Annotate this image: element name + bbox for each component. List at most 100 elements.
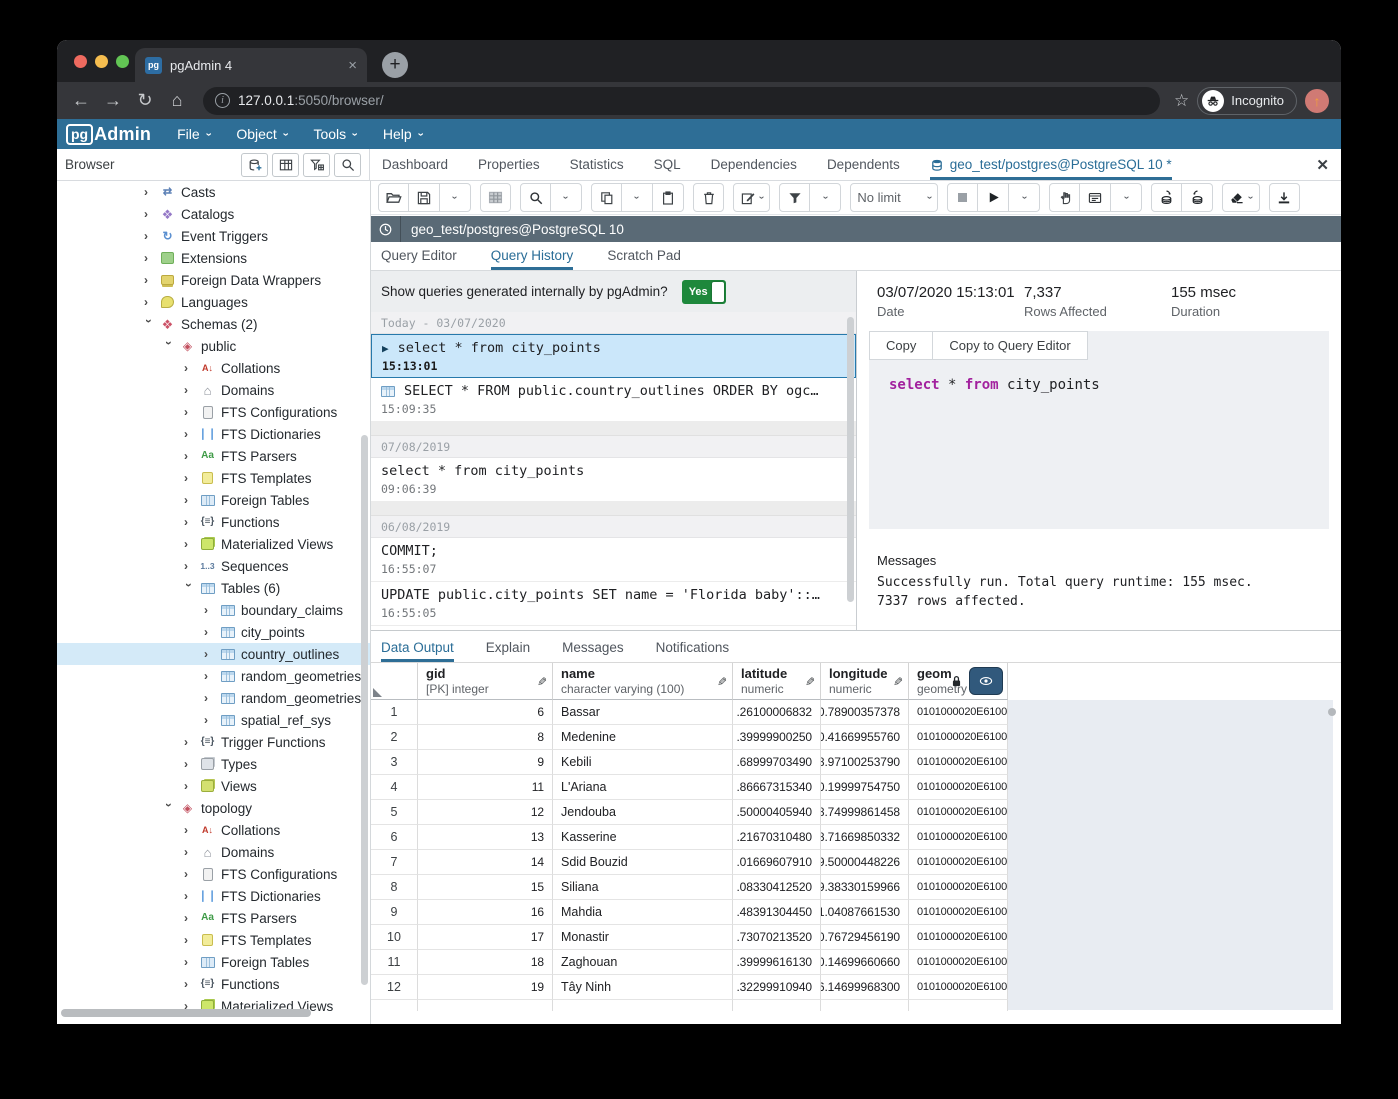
column-header-longitude[interactable]: longitudenumeric✎ xyxy=(821,663,909,700)
row-number[interactable]: 1 xyxy=(371,700,418,725)
edit-column-icon[interactable]: ✎ xyxy=(893,675,903,689)
cell-latitude[interactable]: .26100006832 xyxy=(733,700,821,725)
cell-name[interactable]: Jendouba xyxy=(553,800,733,825)
cell-name[interactable]: Medenine xyxy=(553,725,733,750)
cell-longitude[interactable]: 1.04087661530 xyxy=(821,900,909,925)
row-number[interactable]: 8 xyxy=(371,875,418,900)
view-geometry-eye-button[interactable] xyxy=(969,667,1003,695)
column-header-latitude[interactable]: latitudenumeric✎ xyxy=(733,663,821,700)
cell-latitude[interactable]: .08330412520 xyxy=(733,875,821,900)
copy-dropdown-button[interactable]: › xyxy=(622,183,653,212)
tree-item-views[interactable]: ›Views xyxy=(57,775,370,797)
tree-vertical-scrollbar[interactable] xyxy=(361,435,368,985)
cell-latitude[interactable]: .39999900250 xyxy=(733,725,821,750)
row-number[interactable]: 12 xyxy=(371,975,418,1000)
tree-item-fts-dictionaries[interactable]: ›❘❘FTS Dictionaries xyxy=(57,885,370,907)
tree-item-event-triggers[interactable]: ›↻Event Triggers xyxy=(57,225,370,247)
cell-gid[interactable]: 13 xyxy=(418,825,553,850)
chevron-right-icon[interactable]: › xyxy=(204,691,214,705)
cell-geom[interactable]: 0101000020E6100... xyxy=(909,950,1008,975)
cell-name[interactable]: Kasserine xyxy=(553,825,733,850)
cell-geom[interactable]: 0101000020E6100... xyxy=(909,775,1008,800)
chevron-right-icon[interactable]: › xyxy=(184,735,194,749)
cell-name[interactable]: Mahdia xyxy=(553,900,733,925)
history-item[interactable]: SELECT * FROM public.country_outlines OR… xyxy=(371,378,856,422)
cell-gid[interactable]: 11 xyxy=(418,775,553,800)
new-tab-button[interactable]: + xyxy=(382,52,408,78)
cell-longitude[interactable]: 0.78900357378 xyxy=(821,700,909,725)
tree-item-types[interactable]: ›Types xyxy=(57,753,370,775)
menu-file[interactable]: File› xyxy=(177,126,209,142)
menu-object[interactable]: Object› xyxy=(236,126,286,142)
copy-button-history[interactable]: Copy xyxy=(869,331,933,360)
tab-dependencies[interactable]: Dependencies xyxy=(711,157,797,172)
cell-name[interactable]: Kebili xyxy=(553,750,733,775)
tree-item-city-points[interactable]: ›city_points xyxy=(57,621,370,643)
tree-item-materialized-views[interactable]: ›Materialized Views xyxy=(57,533,370,555)
cell-latitude[interactable]: .21670310480 xyxy=(733,825,821,850)
clear-dropdown-button[interactable]: › xyxy=(1222,183,1259,212)
chevron-right-icon[interactable]: › xyxy=(184,823,194,837)
chevron-right-icon[interactable]: › xyxy=(184,977,194,991)
row-number[interactable]: 4 xyxy=(371,775,418,800)
chevron-right-icon[interactable]: › xyxy=(184,955,194,969)
explain-button[interactable] xyxy=(1049,183,1080,212)
tree-item-domains[interactable]: ›⌂Domains xyxy=(57,379,370,401)
row-number[interactable]: 6 xyxy=(371,825,418,850)
tree-item-random-geometries[interactable]: ›random_geometries xyxy=(57,687,370,709)
tree-item-domains[interactable]: ›⌂Domains xyxy=(57,841,370,863)
tree-item-random-geometries[interactable]: ›random_geometries xyxy=(57,665,370,687)
cell-longitude[interactable]: 8.71669850332 xyxy=(821,825,909,850)
cell-longitude[interactable]: 8.97100253790 xyxy=(821,750,909,775)
tree-item-fts-configurations[interactable]: ›FTS Configurations xyxy=(57,401,370,423)
explain-analyze-button[interactable] xyxy=(1080,183,1111,212)
tree-item-topology[interactable]: ›◈topology xyxy=(57,797,370,819)
row-number[interactable]: 2 xyxy=(371,725,418,750)
tab-notifications[interactable]: Notifications xyxy=(656,640,730,662)
tab-statistics[interactable]: Statistics xyxy=(570,157,624,172)
column-header-name[interactable]: namecharacter varying (100)✎ xyxy=(553,663,733,700)
filter-dropdown-button[interactable]: › xyxy=(810,183,841,212)
close-panel-icon[interactable]: ✕ xyxy=(1316,156,1329,174)
menu-help[interactable]: Help› xyxy=(383,126,421,142)
find-replace-button[interactable] xyxy=(480,183,511,212)
execute-query-button[interactable] xyxy=(978,183,1009,212)
tree-item-schemas-2[interactable]: ›❖Schemas (2) xyxy=(57,313,370,335)
cell-name[interactable]: Zaghouan xyxy=(553,950,733,975)
cell-gid[interactable]: 12 xyxy=(418,800,553,825)
cell-geom[interactable]: 0101000020E6100... xyxy=(909,700,1008,725)
cell-latitude[interactable]: .32299910940 xyxy=(733,975,821,1000)
cell-geom[interactable]: 0101000020E6100... xyxy=(909,875,1008,900)
chevron-right-icon[interactable]: › xyxy=(184,889,194,903)
chevron-down-icon[interactable]: › xyxy=(162,341,176,351)
tab-data-output[interactable]: Data Output xyxy=(381,640,454,662)
cell-latitude[interactable]: .39999616130 xyxy=(733,950,821,975)
refresh-tree-icon[interactable] xyxy=(241,153,268,177)
chevron-right-icon[interactable]: › xyxy=(204,625,214,639)
internal-queries-toggle[interactable]: Yes xyxy=(682,280,726,304)
tab-explain[interactable]: Explain xyxy=(486,640,530,662)
cell-latitude[interactable]: .48391304450 xyxy=(733,900,821,925)
back-icon[interactable]: ← xyxy=(69,90,93,111)
chevron-down-icon[interactable]: › xyxy=(182,583,196,593)
bookmark-star-icon[interactable]: ☆ xyxy=(1174,91,1189,111)
select-all-corner[interactable] xyxy=(371,663,418,700)
cell-name[interactable]: Tây Ninh xyxy=(553,975,733,1000)
execute-dropdown-button[interactable]: › xyxy=(1009,183,1040,212)
tree-item-collations[interactable]: ›A↓Collations xyxy=(57,819,370,841)
chevron-right-icon[interactable]: › xyxy=(184,405,194,419)
cell-gid[interactable]: 17 xyxy=(418,925,553,950)
tree-item-sequences[interactable]: ›1..3Sequences xyxy=(57,555,370,577)
tree-item-languages[interactable]: ›Languages xyxy=(57,291,370,313)
cell-latitude[interactable]: .86667315340 xyxy=(733,775,821,800)
browser-tab[interactable]: pg pgAdmin 4 × xyxy=(135,48,367,82)
tree-item-tables-6[interactable]: ›Tables (6) xyxy=(57,577,370,599)
history-item[interactable]: select * from city_points09:06:39 xyxy=(371,458,856,502)
row-number[interactable]: 9 xyxy=(371,900,418,925)
chevron-right-icon[interactable]: › xyxy=(184,471,194,485)
cell-geom[interactable]: 0101000020E6100... xyxy=(909,975,1008,1000)
chevron-right-icon[interactable]: › xyxy=(144,251,154,265)
chevron-right-icon[interactable]: › xyxy=(184,757,194,771)
cell-gid[interactable]: 18 xyxy=(418,950,553,975)
row-number[interactable]: 10 xyxy=(371,925,418,950)
